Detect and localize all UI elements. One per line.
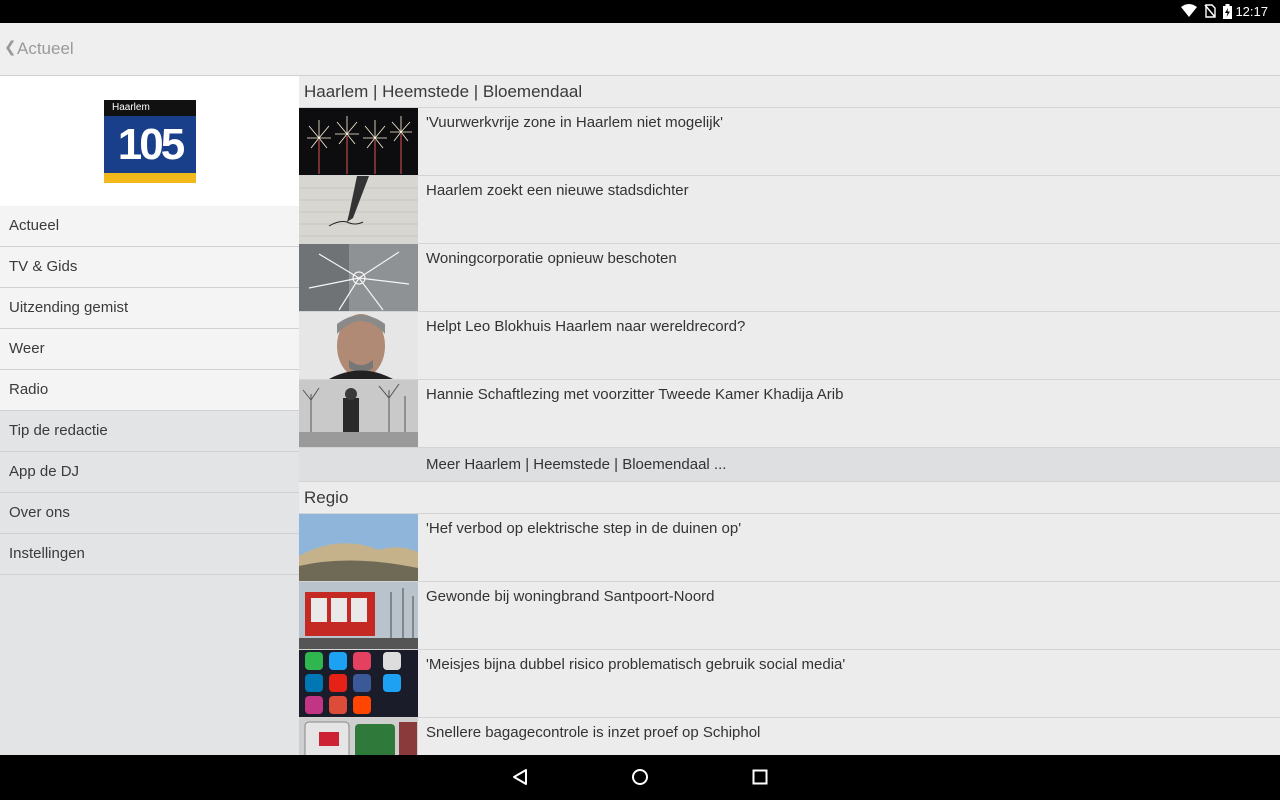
- article-item[interactable]: Snellere bagagecontrole is inzet proef o…: [299, 718, 1280, 755]
- article-headline: Haarlem zoekt een nieuwe stadsdichter: [426, 182, 689, 199]
- article-item[interactable]: 'Meisjes bijna dubbel risico problematis…: [299, 650, 1280, 718]
- article-headline: 'Vuurwerkvrije zone in Haarlem niet moge…: [426, 114, 723, 131]
- article-thumbnail: [299, 582, 418, 649]
- article-thumbnail: [299, 380, 418, 447]
- logo-area: Haarlem 105: [0, 76, 299, 206]
- navigation-bar: [0, 755, 1280, 800]
- status-bar: 12:17: [0, 0, 1280, 23]
- sidebar-item-over-ons[interactable]: Over ons: [0, 493, 299, 534]
- section-title-regio: Regio: [299, 482, 1280, 514]
- article-item[interactable]: Hannie Schaftlezing met voorzitter Tweed…: [299, 380, 1280, 448]
- nav-recents-icon[interactable]: [751, 768, 769, 791]
- article-headline: Woningcorporatie opnieuw beschoten: [426, 250, 677, 267]
- article-item[interactable]: Woningcorporatie opnieuw beschoten: [299, 244, 1280, 312]
- chevron-left-icon[interactable]: ❮: [4, 38, 17, 56]
- section-title-haarlem: Haarlem | Heemstede | Bloemendaal: [299, 76, 1280, 108]
- app-bar: ❮ Actueel: [0, 23, 1280, 76]
- article-item[interactable]: 'Hef verbod op elektrische step in de du…: [299, 514, 1280, 582]
- sidebar-item-app-de-dj[interactable]: App de DJ: [0, 452, 299, 493]
- news-feed: Haarlem | Heemstede | Bloemendaal 'Vuurw…: [299, 76, 1280, 755]
- article-item[interactable]: Gewonde bij woningbrand Santpoort-Noord: [299, 582, 1280, 650]
- article-headline: Helpt Leo Blokhuis Haarlem naar wereldre…: [426, 318, 746, 335]
- sidebar-item-tip-de-redactie[interactable]: Tip de redactie: [0, 411, 299, 452]
- sidebar-item-actueel[interactable]: Actueel: [0, 206, 299, 247]
- article-headline: 'Hef verbod op elektrische step in de du…: [426, 520, 742, 537]
- logo-band-bottom: [104, 173, 196, 183]
- wifi-icon: [1181, 4, 1197, 23]
- haarlem105-logo[interactable]: Haarlem 105: [104, 100, 196, 183]
- article-item[interactable]: 'Vuurwerkvrije zone in Haarlem niet moge…: [299, 108, 1280, 176]
- article-thumbnail: [299, 244, 418, 311]
- article-thumbnail: [299, 108, 418, 175]
- sidebar-item-uitzending-gemist[interactable]: Uitzending gemist: [0, 288, 299, 329]
- logo-big-text: 105: [117, 120, 185, 169]
- article-thumbnail: [299, 176, 418, 243]
- nav-home-icon[interactable]: [631, 768, 649, 791]
- sidebar: Haarlem 105 Actueel TV & Gids Uitzending…: [0, 76, 299, 755]
- no-sim-icon: [1204, 4, 1216, 23]
- article-headline: 'Meisjes bijna dubbel risico problematis…: [426, 656, 846, 673]
- nav-back-icon[interactable]: [511, 768, 529, 791]
- article-item[interactable]: Helpt Leo Blokhuis Haarlem naar wereldre…: [299, 312, 1280, 380]
- article-headline: Snellere bagagecontrole is inzet proef o…: [426, 724, 761, 741]
- status-time: 12:17: [1235, 4, 1268, 19]
- back-title[interactable]: Actueel: [17, 39, 74, 59]
- sidebar-item-instellingen[interactable]: Instellingen: [0, 534, 299, 575]
- article-headline: Hannie Schaftlezing met voorzitter Tweed…: [426, 386, 844, 403]
- sidebar-item-radio[interactable]: Radio: [0, 370, 299, 411]
- more-haarlem-link[interactable]: Meer Haarlem | Heemstede | Bloemendaal .…: [299, 448, 1280, 482]
- article-thumbnail: [299, 514, 418, 581]
- article-item[interactable]: Haarlem zoekt een nieuwe stadsdichter: [299, 176, 1280, 244]
- battery-charging-icon: [1223, 4, 1232, 24]
- article-thumbnail: [299, 650, 418, 717]
- article-headline: Gewonde bij woningbrand Santpoort-Noord: [426, 588, 715, 605]
- sidebar-item-weer[interactable]: Weer: [0, 329, 299, 370]
- sidebar-menu: Actueel TV & Gids Uitzending gemist Weer…: [0, 206, 299, 575]
- logo-small-text: Haarlem: [112, 102, 150, 113]
- article-thumbnail: [299, 312, 418, 379]
- article-thumbnail: [299, 718, 418, 755]
- sidebar-item-tv-gids[interactable]: TV & Gids: [0, 247, 299, 288]
